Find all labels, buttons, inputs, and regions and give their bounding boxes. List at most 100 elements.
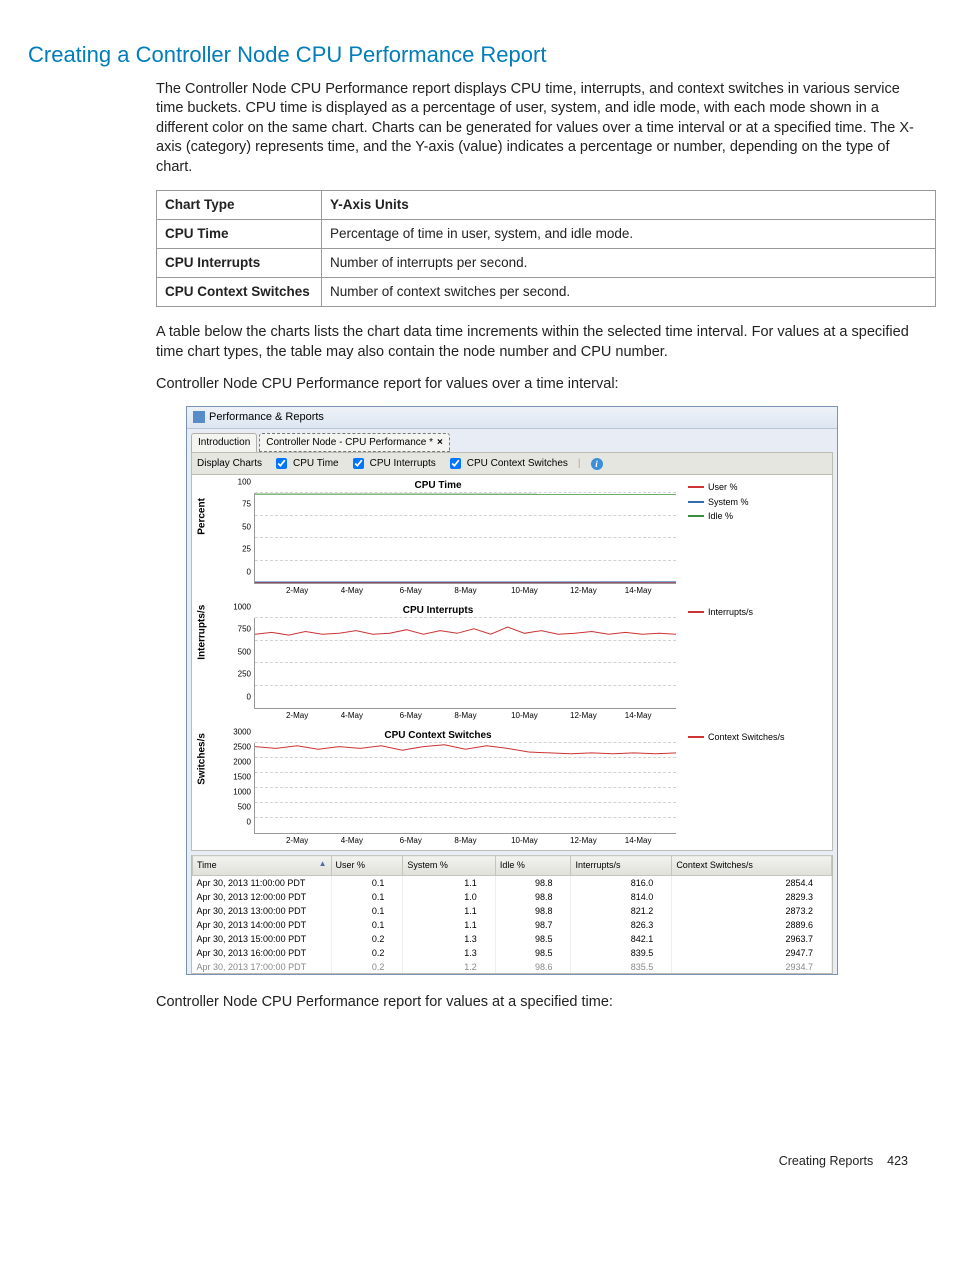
x-tick: 2-May — [286, 586, 308, 597]
footer-page-number: 423 — [887, 1154, 908, 1168]
cell: 816.0 — [571, 875, 672, 890]
x-tick: 12-May — [570, 586, 597, 597]
cell: 826.3 — [571, 918, 672, 932]
chart-row-cpu-time: CPU Time Percent 0 25 50 75 100 2-May 4-… — [192, 475, 832, 600]
tab-introduction[interactable]: Introduction — [191, 433, 257, 453]
legend-label: Idle % — [708, 510, 733, 522]
caption-specified-time: Controller Node CPU Performance report f… — [156, 993, 926, 1013]
cell: 98.8 — [495, 875, 571, 890]
y-tick: 1000 — [227, 602, 251, 613]
x-tick: 10-May — [511, 836, 538, 847]
x-tick: 8-May — [454, 711, 476, 722]
col-idle[interactable]: Idle % — [495, 856, 571, 875]
col-system[interactable]: System % — [403, 856, 495, 875]
y-tick: 50 — [227, 522, 251, 533]
y-tick: 3000 — [227, 727, 251, 738]
header-label: Time — [197, 860, 217, 870]
section-heading: Creating a Controller Node CPU Performan… — [28, 40, 926, 70]
data-table-body: Apr 30, 2013 11:00:00 PDT0.11.198.8816.0… — [193, 875, 832, 974]
td: Number of context switches per second. — [322, 278, 936, 307]
toolbar-label: Display Charts — [197, 457, 262, 471]
legend-item: Context Switches/s — [688, 731, 828, 743]
x-tick: 6-May — [400, 836, 422, 847]
chart-type-table: Chart Type Y-Axis Units CPU Time Percent… — [156, 190, 936, 308]
checkbox-input[interactable] — [276, 458, 287, 469]
cell: 1.3 — [403, 946, 495, 960]
plot-area: 0 500 1000 1500 2000 2500 3000 2-May 4-M… — [254, 743, 676, 834]
cell: 98.8 — [495, 904, 571, 918]
x-tick: 14-May — [625, 711, 652, 722]
chart-title: CPU Time — [198, 479, 678, 493]
x-tick: 4-May — [341, 586, 363, 597]
legend-item: Interrupts/s — [688, 606, 828, 618]
y-tick: 75 — [227, 500, 251, 511]
cell: 0.1 — [331, 890, 403, 904]
checkbox-input[interactable] — [353, 458, 364, 469]
cell: 839.5 — [571, 946, 672, 960]
td: CPU Time — [157, 219, 322, 248]
table-row[interactable]: Apr 30, 2013 13:00:00 PDT0.11.198.8821.2… — [193, 904, 832, 918]
table-row[interactable]: Apr 30, 2013 16:00:00 PDT0.21.398.5839.5… — [193, 946, 832, 960]
legend-label: User % — [708, 481, 738, 493]
close-icon[interactable]: × — [437, 436, 443, 450]
tab-cpu-performance[interactable]: Controller Node - CPU Performance * × — [259, 433, 450, 453]
col-context[interactable]: Context Switches/s — [672, 856, 832, 875]
col-time[interactable]: Time▲ — [193, 856, 332, 875]
display-charts-toolbar: Display Charts CPU Time CPU Interrupts C… — [191, 452, 833, 475]
table-row[interactable]: Apr 30, 2013 17:00:00 PDT0.21.298.6835.5… — [193, 960, 832, 974]
cell: 98.8 — [495, 890, 571, 904]
x-tick: 12-May — [570, 836, 597, 847]
y-axis-label: Switches/s — [195, 733, 209, 785]
th-chart-type: Chart Type — [157, 190, 322, 219]
x-tick: 8-May — [454, 836, 476, 847]
x-tick: 12-May — [570, 711, 597, 722]
col-user[interactable]: User % — [331, 856, 403, 875]
table-row[interactable]: Apr 30, 2013 14:00:00 PDT0.11.198.7826.3… — [193, 918, 832, 932]
checkbox-cpu-time[interactable]: CPU Time — [272, 455, 339, 472]
cell: 2947.7 — [672, 946, 832, 960]
cell: 98.7 — [495, 918, 571, 932]
caption-interval: Controller Node CPU Performance report f… — [156, 375, 926, 395]
table-row[interactable]: Apr 30, 2013 12:00:00 PDT0.11.098.8814.0… — [193, 890, 832, 904]
table-row[interactable]: Apr 30, 2013 15:00:00 PDT0.21.398.5842.1… — [193, 932, 832, 946]
cell: 1.1 — [403, 875, 495, 890]
checkbox-cpu-context-switches[interactable]: CPU Context Switches — [446, 455, 568, 472]
plot-area: 0 25 50 75 100 2-May 4-May 6-May 8-May 1… — [254, 493, 676, 584]
cell: Apr 30, 2013 11:00:00 PDT — [193, 875, 332, 890]
x-tick: 10-May — [511, 711, 538, 722]
table-row[interactable]: Apr 30, 2013 11:00:00 PDT0.11.198.8816.0… — [193, 875, 832, 890]
cell: 0.2 — [331, 960, 403, 974]
cell: Apr 30, 2013 13:00:00 PDT — [193, 904, 332, 918]
x-tick: 14-May — [625, 586, 652, 597]
y-tick: 2500 — [227, 742, 251, 753]
y-tick: 1000 — [227, 787, 251, 798]
cell: 1.0 — [403, 890, 495, 904]
window-title: Performance & Reports — [209, 410, 324, 425]
cell: 1.1 — [403, 904, 495, 918]
tab-label: Controller Node - CPU Performance * — [266, 436, 433, 450]
td: Percentage of time in user, system, and … — [322, 219, 936, 248]
legend-label: Interrupts/s — [708, 606, 753, 618]
cell: 98.6 — [495, 960, 571, 974]
cell: 0.1 — [331, 875, 403, 890]
chart-legend: User % System % Idle % — [684, 475, 832, 600]
cell: 1.1 — [403, 918, 495, 932]
chart-title: CPU Interrupts — [198, 604, 678, 618]
td: CPU Context Switches — [157, 278, 322, 307]
info-icon[interactable]: i — [591, 458, 603, 470]
checkbox-input[interactable] — [450, 458, 461, 469]
footer-section: Creating Reports — [779, 1154, 874, 1168]
col-interrupts[interactable]: Interrupts/s — [571, 856, 672, 875]
separator: | — [578, 457, 581, 471]
chart-legend: Context Switches/s — [684, 725, 832, 850]
checkbox-label: CPU Time — [293, 457, 339, 471]
checkbox-cpu-interrupts[interactable]: CPU Interrupts — [349, 455, 436, 472]
y-axis-label: Percent — [195, 498, 209, 535]
cell: 835.5 — [571, 960, 672, 974]
cell: 2873.2 — [672, 904, 832, 918]
cell: 98.5 — [495, 946, 571, 960]
charts-area: CPU Time Percent 0 25 50 75 100 2-May 4-… — [191, 475, 833, 851]
data-table-scroll[interactable]: Time▲ User % System % Idle % Interrupts/… — [191, 855, 833, 974]
page-footer: Creating Reports 423 — [28, 1153, 926, 1170]
x-tick: 4-May — [341, 836, 363, 847]
